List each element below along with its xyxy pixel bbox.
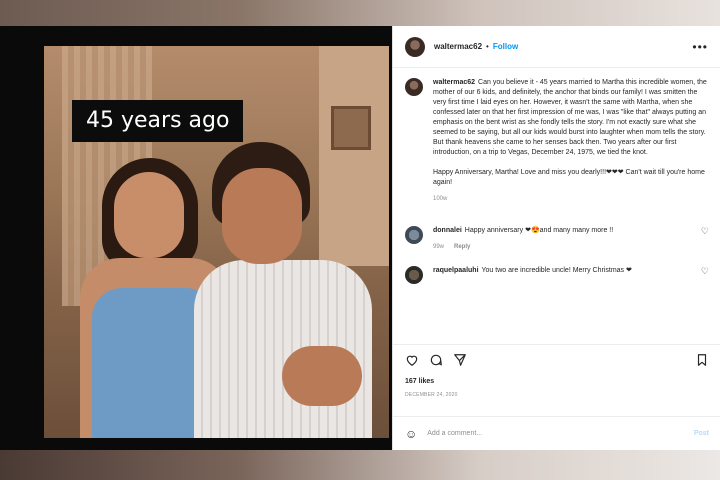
- comment-heart-icon[interactable]: ♡: [701, 266, 709, 277]
- username-link[interactable]: waltermac62: [434, 42, 482, 51]
- comments-section: waltermac62 Can you believe it - 45 years…: [393, 68, 720, 368]
- photo-wall: [319, 46, 389, 266]
- comment-text: You two are incredible uncle! Merry Chri…: [481, 267, 632, 274]
- avatar[interactable]: [405, 226, 423, 244]
- avatar[interactable]: [405, 78, 423, 96]
- caption-comment: waltermac62 Can you believe it - 45 years…: [405, 78, 709, 204]
- caption-body: waltermac62 Can you believe it - 45 years…: [433, 78, 709, 204]
- man-face: [222, 168, 302, 264]
- image-caption-label: 45 years ago: [72, 100, 244, 142]
- comment-username[interactable]: donnalei: [433, 227, 462, 234]
- action-bar: [393, 344, 720, 374]
- follow-button[interactable]: Follow: [493, 42, 518, 51]
- like-heart-icon[interactable]: [405, 353, 419, 367]
- comment-time: 99w: [433, 244, 445, 250]
- more-icon[interactable]: •••: [692, 40, 708, 54]
- background-bottom: [0, 450, 720, 480]
- background-top: [0, 0, 720, 26]
- post-media[interactable]: 45 years ago: [0, 26, 392, 450]
- comment-meta: 99w Reply: [433, 242, 693, 252]
- comment-username[interactable]: raquelpaaluhi: [433, 267, 479, 274]
- caption-time: 100w: [433, 196, 448, 202]
- post-comment-button[interactable]: Post: [694, 430, 709, 437]
- post-date: DECEMBER 24, 2020: [405, 392, 458, 398]
- woman-face: [114, 172, 184, 258]
- man-arm: [282, 346, 362, 406]
- caption-text-2: Happy Anniversary, Martha! Love and miss…: [433, 169, 705, 186]
- photo-frame: [331, 106, 371, 150]
- avatar[interactable]: [405, 36, 425, 57]
- list-item: donnalei Happy anniversary ❤😍and many man…: [405, 226, 709, 252]
- comment-body: raquelpaaluhi You two are incredible uncl…: [433, 266, 693, 276]
- likes-count[interactable]: 167 likes: [405, 378, 434, 385]
- bookmark-icon[interactable]: [695, 353, 709, 367]
- instagram-post: 45 years ago waltermac62 • Follow ••• wa…: [0, 26, 720, 450]
- share-send-icon[interactable]: [453, 353, 467, 367]
- comment-input[interactable]: Add a comment...: [427, 430, 694, 437]
- avatar[interactable]: [405, 266, 423, 284]
- comment-body: donnalei Happy anniversary ❤😍and many man…: [433, 226, 693, 252]
- emoji-icon[interactable]: ☺: [405, 427, 417, 441]
- list-item: raquelpaaluhi You two are incredible uncl…: [405, 266, 709, 284]
- caption-username[interactable]: waltermac62: [433, 79, 475, 86]
- post-header: waltermac62 • Follow •••: [393, 26, 720, 68]
- comment-bubble-icon[interactable]: [429, 353, 443, 367]
- reply-button[interactable]: Reply: [454, 244, 470, 250]
- comment-text: Happy anniversary ❤😍and many many more !…: [464, 227, 614, 234]
- separator-dot: •: [486, 42, 489, 51]
- post-sidebar: waltermac62 • Follow ••• waltermac62 Can …: [392, 26, 720, 450]
- comment-heart-icon[interactable]: ♡: [701, 226, 709, 237]
- caption-text: Can you believe it - 45 years married to…: [433, 79, 707, 156]
- add-comment-bar: ☺ Add a comment... Post: [393, 416, 720, 450]
